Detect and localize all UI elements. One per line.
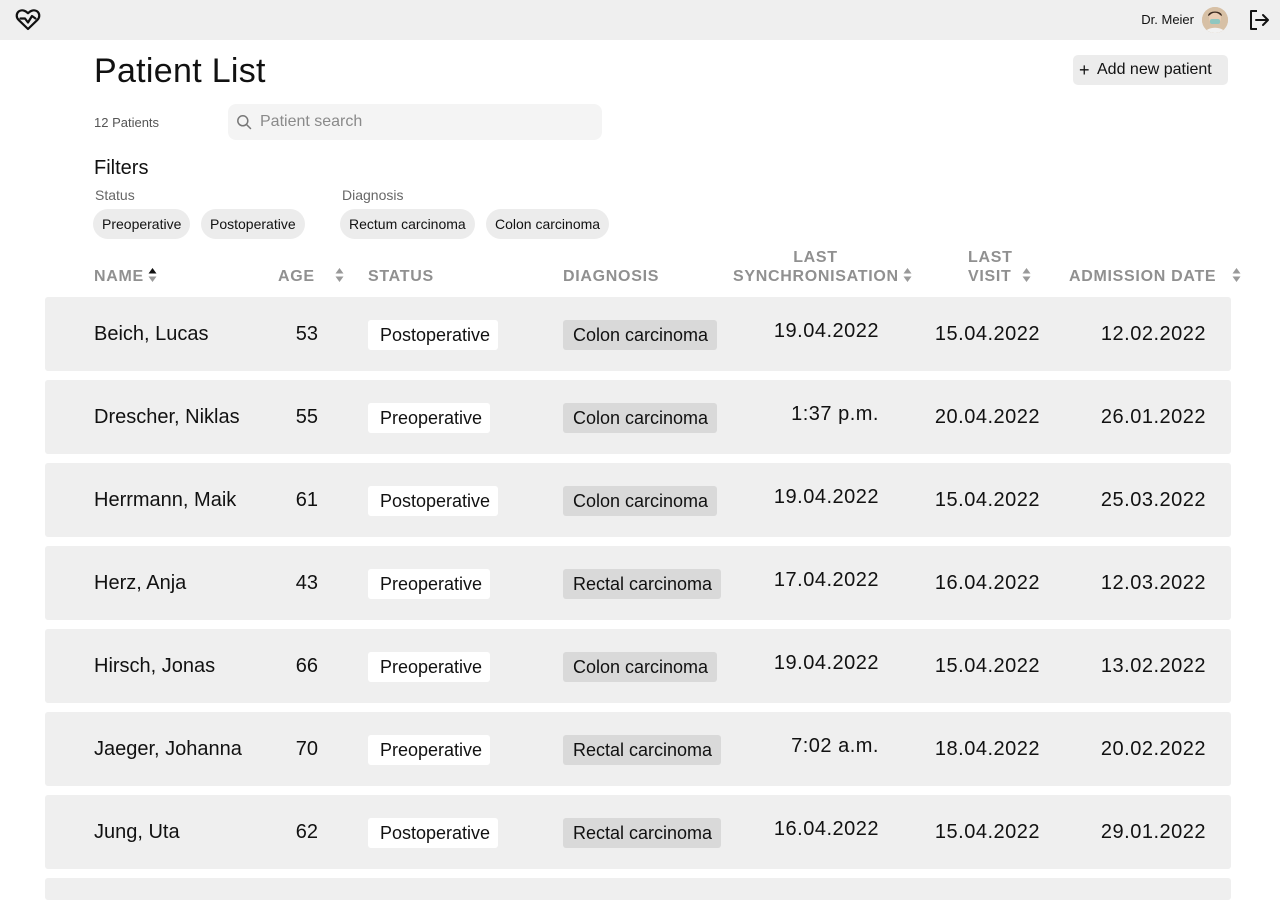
patient-search-input[interactable] [260,104,590,140]
patient-name: Beich, Lucas [94,323,209,345]
diagnosis-badge: Rectal carcinoma [563,735,722,765]
status-badge: Preoperative [368,735,491,765]
last-sync: 7:02 a.m. [791,735,879,757]
table-row[interactable]: Drescher, Niklas 55 Preoperative Colon c… [45,380,1231,454]
table-row[interactable]: Hirsch, Jonas 66 Preoperative Colon carc… [45,629,1231,703]
admission-date: 13.02.2022 [1100,655,1206,677]
table-row[interactable]: Beich, Lucas 53 Postoperative Colon carc… [45,297,1231,371]
add-new-patient-label: Add new patient [1097,61,1212,78]
last-sync: 1:37 p.m. [791,403,879,425]
status-badge: Preoperative [368,569,491,599]
admission-date: 20.02.2022 [1100,738,1206,760]
patient-name: Drescher, Niklas [94,406,240,428]
admission-date: 29.01.2022 [1100,821,1206,843]
status-badge: Postoperative [368,320,499,350]
add-new-patient-button[interactable]: + Add new patient [1073,55,1228,85]
admission-date: 12.02.2022 [1100,323,1206,345]
sort-ascending-icon[interactable] [148,267,157,283]
sort-icon[interactable] [335,267,344,283]
filter-chip-postoperative[interactable]: Postoperative [201,209,305,239]
column-header-name[interactable]: NAME [94,267,144,286]
filters-title: Filters [94,157,149,179]
last-sync: 19.04.2022 [773,320,879,342]
table-row-partial[interactable] [45,878,1231,900]
last-sync: 19.04.2022 [773,486,879,508]
doctor-name: Dr. Meier [1141,12,1194,27]
sort-icon[interactable] [903,267,912,283]
column-header-diagnosis: DIAGNOSIS [563,268,660,285]
column-header-last-visit-line2[interactable]: VISIT [968,267,1012,286]
column-header-admission-date[interactable]: ADMISSION DATE [1069,267,1216,286]
diagnosis-badge: Colon carcinoma [563,486,718,516]
admission-date: 25.03.2022 [1100,489,1206,511]
diagnosis-filter-label: Diagnosis [342,187,404,203]
patient-name: Jaeger, Johanna [94,738,242,760]
filter-chip-rectum-carcinoma[interactable]: Rectum carcinoma [340,209,475,239]
doctor-avatar[interactable] [1202,7,1228,33]
filter-chip-preoperative[interactable]: Preoperative [93,209,191,239]
patient-age: 66 [295,655,318,677]
last-visit: 15.04.2022 [934,489,1040,511]
patient-age: 53 [295,323,318,345]
column-header-last-sync-line2[interactable]: SYNCHRONISATION [733,267,899,286]
logout-icon[interactable] [1248,9,1270,31]
search-icon [237,115,252,130]
patient-age: 62 [295,821,318,843]
patient-age: 55 [295,406,318,428]
patient-name: Jung, Uta [94,821,180,843]
patient-name: Hirsch, Jonas [94,655,216,677]
last-visit: 15.04.2022 [934,821,1040,843]
table-row[interactable]: Jaeger, Johanna 70 Preoperative Rectal c… [45,712,1231,786]
top-bar: Dr. Meier [0,0,1280,40]
table-row[interactable]: Herz, Anja 43 Preoperative Rectal carcin… [45,546,1231,620]
last-visit: 18.04.2022 [934,738,1040,760]
column-header-status: STATUS [368,268,434,285]
patient-count: 12 Patients [94,115,160,130]
patient-age: 43 [295,572,318,594]
status-badge: Preoperative [368,403,491,433]
last-sync: 19.04.2022 [773,652,879,674]
column-header-last-sync-line1[interactable]: LAST [733,248,898,267]
last-visit: 15.04.2022 [934,655,1040,677]
diagnosis-badge: Rectal carcinoma [563,569,722,599]
status-badge: Postoperative [368,486,499,516]
plus-icon: + [1079,60,1090,80]
patient-name: Herrmann, Maik [94,489,237,511]
status-badge: Preoperative [368,652,491,682]
patient-name: Herz, Anja [94,572,187,594]
diagnosis-badge: Colon carcinoma [563,403,718,433]
status-badge: Postoperative [368,818,499,848]
filter-chip-colon-carcinoma[interactable]: Colon carcinoma [486,209,610,239]
admission-date: 26.01.2022 [1100,406,1206,428]
table-row[interactable]: Herrmann, Maik 61 Postoperative Colon ca… [45,463,1231,537]
patient-age: 61 [295,489,318,511]
admission-date: 12.03.2022 [1100,572,1206,594]
column-header-last-visit-line1[interactable]: LAST [968,248,1013,267]
patient-search[interactable] [228,104,602,140]
column-header-age[interactable]: AGE [278,267,315,286]
last-visit: 16.04.2022 [934,572,1040,594]
sort-icon[interactable] [1022,267,1031,283]
last-sync: 17.04.2022 [773,569,879,591]
status-filter-label: Status [95,187,135,203]
last-visit: 20.04.2022 [934,406,1040,428]
page-title: Patient List [94,52,266,90]
diagnosis-badge: Rectal carcinoma [563,818,722,848]
last-sync: 16.04.2022 [773,818,879,840]
diagnosis-badge: Colon carcinoma [563,320,718,350]
sort-icon[interactable] [1232,267,1241,283]
last-visit: 15.04.2022 [934,323,1040,345]
heart-logo-icon[interactable] [15,8,41,32]
table-row[interactable]: Jung, Uta 62 Postoperative Rectal carcin… [45,795,1231,869]
patient-age: 70 [295,738,318,760]
diagnosis-badge: Colon carcinoma [563,652,718,682]
